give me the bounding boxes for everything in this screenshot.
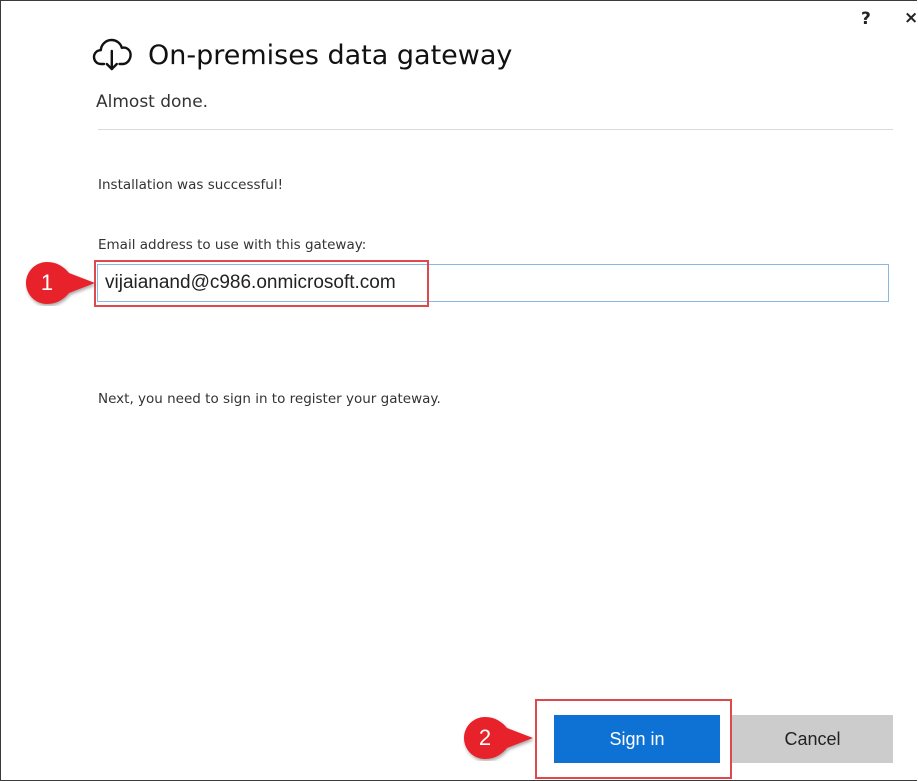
sign-in-button[interactable]: Sign in xyxy=(554,715,720,763)
gateway-dialog: ? × On-premises data gateway Almost done… xyxy=(0,0,918,781)
page-subtitle: Almost done. xyxy=(96,92,209,112)
next-step-text: Next, you need to sign in to register yo… xyxy=(98,391,441,407)
help-button[interactable]: ? xyxy=(861,9,871,29)
callout-1-number: 1 xyxy=(40,270,54,295)
close-button[interactable]: × xyxy=(904,8,918,28)
installation-status-text: Installation was successful! xyxy=(98,177,283,193)
email-field[interactable] xyxy=(97,264,889,302)
header-divider xyxy=(98,129,893,130)
callout-2: 2 xyxy=(463,715,537,761)
callout-2-number: 2 xyxy=(478,725,492,750)
app-title: On-premises data gateway xyxy=(148,40,513,71)
email-field-label: Email address to use with this gateway: xyxy=(98,237,367,253)
callout-1: 1 xyxy=(25,260,99,306)
cloud-upload-icon xyxy=(92,38,132,71)
cancel-button[interactable]: Cancel xyxy=(732,715,893,763)
